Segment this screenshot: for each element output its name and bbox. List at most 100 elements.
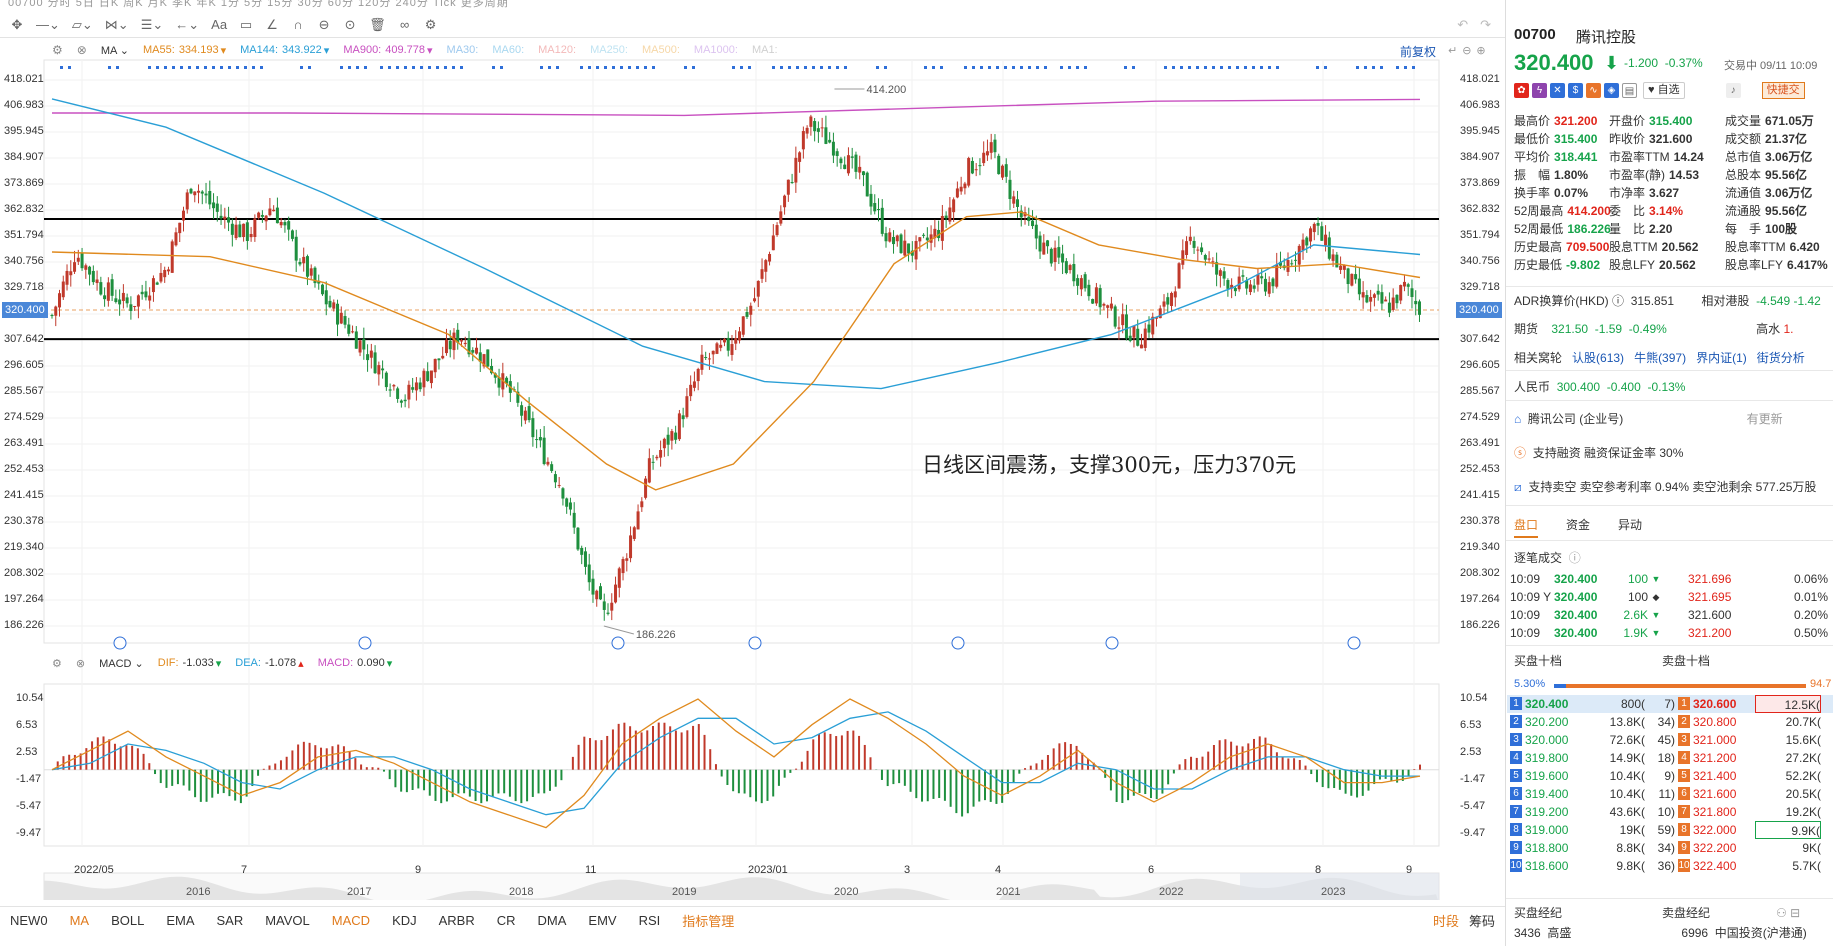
indicator-tab[interactable]: BOLL [111, 913, 144, 928]
candle-body [407, 384, 411, 400]
candle-body [820, 127, 824, 129]
quote-value: 6.417% [1787, 258, 1828, 272]
orderbook-row[interactable]: 9 318.800 8.8K(34) 9 322.200 9K( [1507, 839, 1833, 857]
cbbc-link[interactable]: 牛熊(397) [1634, 351, 1686, 365]
candle-body [178, 222, 182, 234]
bid-qty: 10.4K( [1609, 769, 1645, 783]
candle-body [99, 282, 103, 295]
stock-name: 腾讯控股 [1576, 29, 1637, 46]
bid-level: 6 [1510, 787, 1522, 800]
orderbook-row[interactable]: 6 319.400 10.4K(11) 6 321.600 20.5K( [1507, 785, 1833, 803]
orderbook-row[interactable]: 5 319.600 10.4K(9) 5 321.400 52.2K( [1507, 767, 1833, 785]
candle-body [328, 300, 332, 308]
candle-body [429, 370, 433, 384]
candle-body [1387, 302, 1391, 313]
navigator-year-label: 2017 [347, 886, 372, 898]
orderbook-row[interactable]: 3 320.000 72.6K(45) 3 321.000 15.6K( [1507, 731, 1833, 749]
ask-price: 322.200 [1693, 841, 1737, 855]
candle-body [151, 278, 155, 293]
bell-icon[interactable]: ♪ [1725, 83, 1741, 98]
candle-body [666, 434, 670, 445]
user-icon[interactable]: ⚇ ⊟ [1776, 906, 1800, 920]
quote-cell: 总市值 3.06万亿 [1725, 148, 1833, 166]
candle-body [381, 368, 385, 371]
candle-body [166, 269, 170, 272]
quote-value: 414.200 [1567, 204, 1611, 218]
indicator-tab[interactable]: KDJ [392, 913, 417, 928]
candle-body [1128, 335, 1132, 341]
indicator-tab[interactable]: CR [497, 913, 516, 928]
orderbook-row[interactable]: 10 318.600 9.8K(36) 10 322.400 5.7K( [1507, 857, 1833, 875]
candle-body [1173, 291, 1177, 298]
indicator-tab[interactable]: DMA [538, 913, 567, 928]
tick-level-price: 321.696 [1688, 572, 1732, 586]
quote-row: 振 幅 1.80% 市盈率(静) 14.53 总股本 95.56亿 [1514, 166, 1833, 184]
signal-dot [156, 66, 159, 69]
orderbook-row[interactable]: 8 319.000 19K(59) 8 322.000 9.9K( [1507, 821, 1833, 839]
tick-volume: 100 [1627, 590, 1648, 604]
tab-movement[interactable]: 异动 [1618, 516, 1642, 538]
tab-capital[interactable]: 资金 [1566, 516, 1590, 538]
inline-warrant-link[interactable]: 界内证(1) [1696, 351, 1747, 365]
quote-value: 186.226 [1567, 222, 1611, 236]
right-tab[interactable]: 筹码 [1469, 911, 1495, 930]
quote-row: 52周最高 414.200 委 比 3.14% 流通股 95.56亿 [1514, 202, 1833, 220]
ask-level: 8 [1678, 823, 1690, 836]
macd-item[interactable]: DEA: [235, 657, 261, 670]
add-watchlist-button[interactable]: ♥ 自选 [1643, 82, 1685, 99]
quote-cell: 52周最高 414.200 [1514, 202, 1611, 220]
quote-key: 历史最高 [1514, 240, 1563, 254]
indicator-tab[interactable]: MAVOL [265, 913, 310, 928]
tick-level-price: 321.200 [1688, 626, 1732, 640]
connect-icon: ✕ [1550, 83, 1565, 98]
company-row[interactable]: ⌂ 腾讯公司 (企业号) 有更新 [1514, 410, 1783, 427]
indicator-tab[interactable]: NEW0 [10, 913, 48, 928]
warrant-link[interactable]: 认股(613) [1572, 351, 1624, 365]
candle-body [944, 215, 948, 219]
candle-body [294, 236, 298, 261]
tab-orderbook[interactable]: 盘口 [1514, 516, 1539, 538]
candle-body [305, 256, 309, 277]
signal-dot [68, 66, 71, 69]
orderbook-row[interactable]: 4 319.800 14.9K(18) 4 321.200 27.2K( [1507, 749, 1833, 767]
candle-body [629, 535, 633, 559]
street-analysis-link[interactable]: 街货分析 [1757, 351, 1805, 365]
macd-item[interactable]: MACD: [318, 657, 353, 670]
orderbook-row[interactable]: 1 320.400 800(7) 1 320.600 12.5K( [1507, 695, 1833, 713]
signal-dot [884, 66, 887, 69]
orderbook-header: 买盘十档 卖盘十档 [1514, 654, 1711, 668]
candle-body [320, 284, 324, 295]
candle-body [418, 382, 422, 390]
signal-dot [220, 66, 223, 69]
candle-body [106, 282, 110, 301]
signal-dot [780, 66, 783, 69]
quote-key: 股息LFY [1609, 258, 1656, 272]
indicator-tab[interactable]: RSI [639, 913, 661, 928]
indicator-tab[interactable]: SAR [216, 913, 243, 928]
indicator-tab[interactable]: MACD [332, 913, 370, 928]
orderbook-row[interactable]: 7 319.200 43.6K(10) 7 321.800 19.2K( [1507, 803, 1833, 821]
candle-body [726, 337, 730, 351]
macd-item[interactable]: DIF: [158, 657, 179, 670]
futures-row[interactable]: 期货 321.50 -1.59 -0.49% 高水 1. [1514, 320, 1794, 337]
candle-body [185, 192, 189, 210]
quick-trade-button[interactable]: 快捷交 [1761, 82, 1805, 99]
candle-body [922, 234, 926, 236]
settings-icon[interactable]: ⚙ [52, 657, 62, 670]
price-axis-left: 274.529 [4, 411, 44, 423]
signal-dot [452, 66, 455, 69]
candle-body [576, 527, 580, 550]
price-axis-left: 285.567 [4, 385, 44, 397]
macd-axis-right: 10.54 [1460, 692, 1488, 704]
orderbook-row[interactable]: 2 320.200 13.8K(34) 2 320.800 20.7K( [1507, 713, 1833, 731]
bid-level: 4 [1510, 751, 1522, 764]
macd-selector[interactable]: MACD ⌄ [99, 657, 144, 670]
indicator-tab[interactable]: EMA [166, 913, 194, 928]
indicator-tab[interactable]: 指标管理 [682, 911, 734, 930]
candle-body [1211, 261, 1215, 263]
indicator-tab[interactable]: EMV [588, 913, 616, 928]
close-icon[interactable]: ⊗ [76, 657, 85, 670]
indicator-tab[interactable]: MA [70, 913, 90, 928]
indicator-tab[interactable]: ARBR [439, 913, 475, 928]
right-tab[interactable]: 时段 [1433, 911, 1459, 930]
